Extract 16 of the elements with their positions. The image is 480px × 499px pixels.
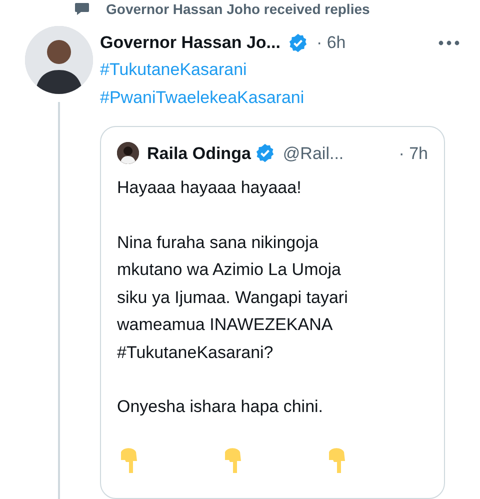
tweet-text: Hayaaa hayaaa hayaaa! [117, 177, 302, 199]
reply-icon [74, 2, 90, 16]
pointing-down-icon [327, 448, 347, 474]
author-name: Raila Odinga [147, 142, 251, 165]
more-icon[interactable] [438, 40, 460, 46]
avatar [117, 142, 139, 164]
user-handle: @Rail... [282, 142, 344, 164]
tweet-text: Nina furaha sana nikingoja mkutano wa Azimio La Umoja siku ya Ijumaa. Wangapi tayari wameamua INAWEZEKANA #TukutaneKasarani? [117, 232, 349, 364]
pointing-down-icon [223, 448, 243, 474]
pointing-down-icon [119, 448, 139, 474]
timestamp: · 7h [398, 142, 428, 164]
quoted-tweet-card[interactable]: Raila Odinga @Rail... · 7h Hayaaa hayaaa hayaaa! Nina furaha sana nikingoja mkutano wa Azimio La Umoja siku ya Ijumaa. Wangapi tayari wameamua INAWEZEKANA #TukutaneKasarani? Onyesha ishara hapa chini. [100, 126, 445, 498]
timestamp[interactable]: · 6h [316, 30, 346, 56]
tweet-text: Onyesha ishara hapa chini. [117, 396, 324, 418]
context-text: Governor Hassan Joho received replies [106, 0, 370, 18]
author-name[interactable]: Governor Hassan Jo... [100, 30, 280, 56]
